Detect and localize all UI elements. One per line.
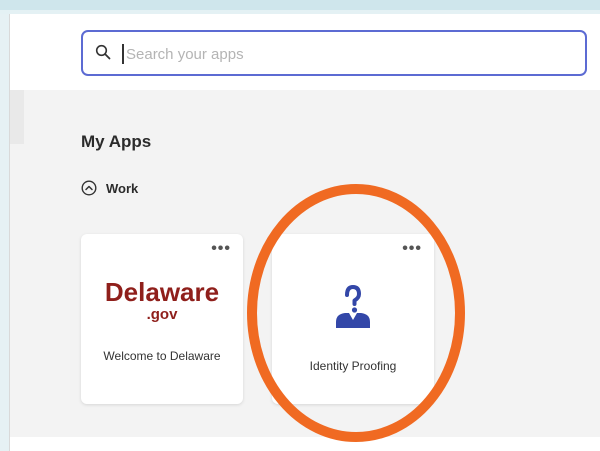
bottom-bar bbox=[10, 437, 600, 451]
logo-main-text: Delaware bbox=[104, 277, 220, 307]
search-box[interactable] bbox=[81, 30, 587, 76]
app-label: Welcome to Delaware bbox=[103, 349, 221, 363]
search-input[interactable] bbox=[126, 42, 566, 66]
delaware-gov-logo: Delaware .gov bbox=[81, 278, 243, 323]
section-title: My Apps bbox=[81, 132, 152, 151]
identity-proofing-icon bbox=[336, 285, 370, 328]
app-label: Identity Proofing bbox=[309, 359, 397, 373]
search-icon bbox=[95, 44, 111, 60]
main-content: My Apps Work ••• Delaware .gov Welcome t… bbox=[10, 90, 600, 437]
text-caret bbox=[122, 44, 124, 64]
chevron-up-circle-icon[interactable] bbox=[81, 180, 97, 196]
left-border bbox=[0, 14, 9, 451]
group-header-work[interactable]: Work bbox=[81, 178, 138, 198]
group-label: Work bbox=[106, 180, 139, 196]
app-card-identity-proofing[interactable]: ••• Identity Proofing bbox=[272, 234, 434, 404]
logo-sub-text: .gov bbox=[146, 306, 178, 323]
left-gutter bbox=[10, 90, 24, 144]
more-horizontal-icon[interactable]: ••• bbox=[402, 241, 422, 257]
search-panel bbox=[10, 14, 600, 90]
more-horizontal-icon[interactable]: ••• bbox=[211, 241, 231, 257]
app-card-welcome-to-delaware[interactable]: ••• Delaware .gov Welcome to Delaware bbox=[81, 234, 243, 404]
